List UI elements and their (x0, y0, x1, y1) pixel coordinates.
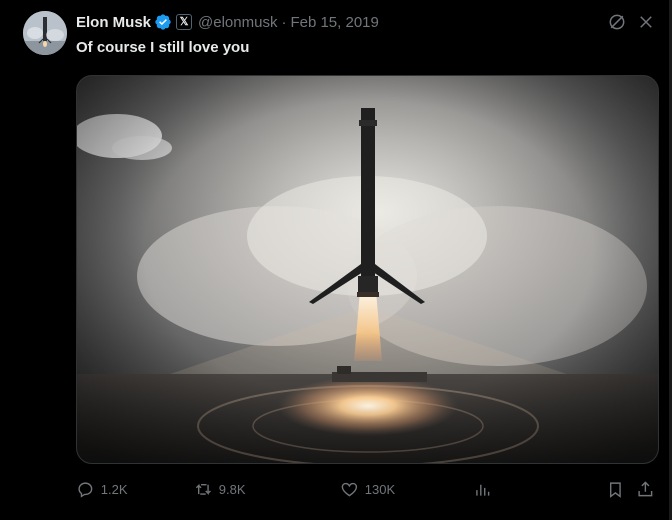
reply-icon (78, 482, 93, 498)
rocket-landing-photo (77, 76, 658, 463)
retweet-icon (195, 483, 211, 495)
share-button[interactable] (636, 477, 655, 501)
like-count: 130K (364, 481, 396, 497)
tweet-text: Of course I still love you (76, 39, 250, 56)
tweet-header: Elon Musk 𝕏 @elonmusk · Feb 15, 2019 (76, 11, 379, 33)
views-button[interactable] (473, 477, 492, 501)
rocket-avatar-icon (23, 11, 67, 55)
tweet[interactable]: Elon Musk 𝕏 @elonmusk · Feb 15, 2019 Of … (0, 0, 672, 520)
x-affiliation-badge[interactable]: 𝕏 (176, 14, 193, 30)
bookmark-icon (609, 482, 621, 498)
separator-dot: · (281, 13, 287, 31)
author-name[interactable]: Elon Musk (76, 14, 151, 31)
tweet-date[interactable]: Feb 15, 2019 (290, 14, 378, 31)
verified-badge-icon[interactable] (154, 13, 172, 31)
grok-icon[interactable] (607, 12, 627, 32)
retweet-count: 9.8K (218, 481, 246, 497)
close-icon[interactable] (637, 13, 655, 31)
tweet-actions: 1.2K 9.8K 130K (76, 477, 656, 501)
avatar[interactable] (23, 11, 67, 55)
views-icon (476, 484, 490, 496)
reply-button[interactable]: 1.2K (76, 477, 128, 501)
like-button[interactable]: 130K (340, 477, 395, 501)
reply-count: 1.2K (100, 481, 128, 497)
share-icon (638, 480, 653, 496)
author-handle[interactable]: @elonmusk (198, 14, 277, 31)
bookmark-button[interactable] (606, 477, 625, 501)
heart-icon (341, 482, 358, 497)
tweet-media-image[interactable] (76, 75, 659, 464)
retweet-button[interactable]: 9.8K (194, 477, 246, 501)
